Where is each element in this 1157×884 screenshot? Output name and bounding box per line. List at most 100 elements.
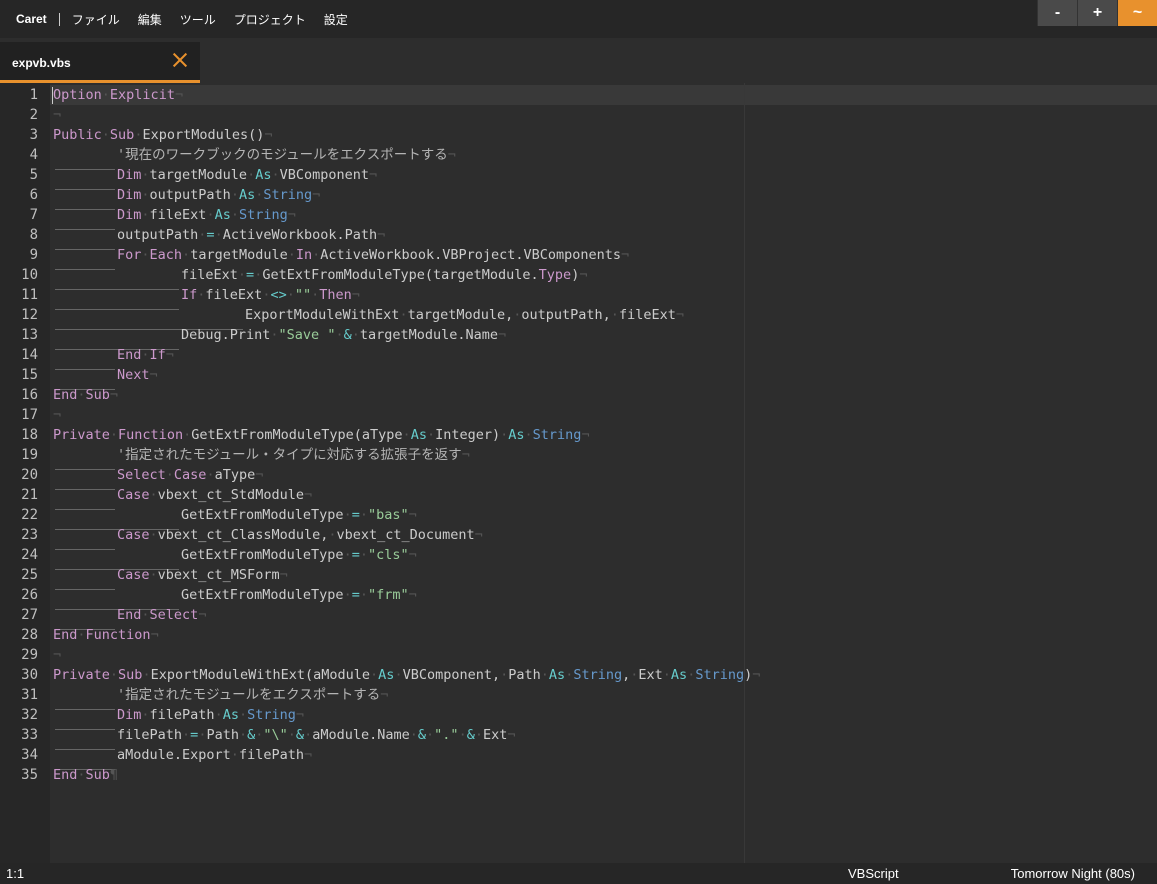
code-token: String [247,707,296,723]
code-token: "\" [263,727,288,743]
code-token: · [77,387,86,403]
code-token: ¬ [752,667,761,683]
line-number: 27 [21,607,38,623]
maximize-button[interactable]: + [1077,0,1117,26]
code-token: Dim [117,207,142,223]
code-token: "bas" [367,507,409,523]
code-line: End·Sub¬ [53,385,118,405]
code-token: · [270,327,279,343]
code-token: As [222,707,239,723]
window-controls: - + ~ [1037,0,1157,26]
code-token: · [109,667,119,683]
code-token: End [53,387,78,403]
code-token: · [101,127,110,143]
code-line: GetExtFromModuleType·=·"cls"¬ [53,545,417,570]
line-number: 20 [21,467,38,483]
code-token: Dim [117,187,142,203]
code-line: ¬ [53,405,61,425]
code-token: fileExt [618,307,676,323]
code-line: For·Each·targetModule·In·ActiveWorkbook.… [53,245,629,270]
code-token: & [343,327,352,343]
code-area[interactable]: Option·Explicit¬ ¬ Public·Sub·ExportModule… [50,83,1157,863]
code-token: ActiveWorkbook.Path [222,227,378,243]
code-token: Case [117,567,150,583]
code-token: · [77,627,86,643]
line-number: 25 [21,567,38,583]
code-token: ¬ [150,627,159,643]
code-token: · [359,547,368,563]
language-mode[interactable]: VBScript [848,866,899,881]
code-token: · [230,747,239,763]
code-line: End·Select¬ [53,605,206,630]
code-token: ¬ [264,127,273,143]
code-token: For [117,247,142,263]
code-token: String [263,187,313,203]
code-token: · [141,187,150,203]
menu-file[interactable]: ファイル [72,11,120,28]
code-token: GetExtFromModuleType(aType [191,427,403,443]
code-token: Sub [109,127,135,143]
code-token: · [394,667,403,683]
menu-settings[interactable]: 設定 [324,11,348,28]
code-token: · [426,727,435,743]
code-token: · [214,707,223,723]
code-token: "frm" [367,587,409,603]
code-token: As [548,667,566,683]
code-token: targetModule, [407,307,514,323]
code-token: As [378,667,395,683]
menu-bar: ファイル 編集 ツール プロジェクト 設定 [72,11,366,28]
code-line: ¬ [53,105,61,125]
code-token: GetExtFromModuleType(targetModule. [262,267,539,283]
line-number: 10 [21,267,38,283]
code-token: Dim [117,707,142,723]
menu-edit[interactable]: 編集 [138,11,162,28]
code-token: · [238,707,248,723]
code-token: · [141,607,150,623]
code-token: ¬ [461,447,470,463]
line-number: 28 [21,627,38,643]
cursor-position: 1:1 [6,866,25,881]
menu-project[interactable]: プロジェクト [234,11,306,28]
code-token: · [183,427,192,443]
menu-tools[interactable]: ツール [180,11,216,28]
code-line: '指定されたモジュールをエクスポートする¬ [53,685,388,710]
line-number: 32 [21,707,38,723]
close-window-button[interactable]: ~ [1117,0,1157,26]
code-token: String [573,667,623,683]
title-separator [58,12,60,26]
code-token: Public [53,127,102,143]
code-token: ¬ [474,527,483,543]
code-token: Explicit [109,87,175,103]
code-token: aModule.Export [117,747,231,763]
code-token: · [77,767,86,783]
code-line: outputPath·=·ActiveWorkbook.Path¬ [53,225,385,250]
code-line: Option·Explicit¬ [53,85,183,105]
line-number: 33 [21,727,38,743]
code-token: ¬ [408,507,417,523]
code-token: Integer) [435,427,501,443]
code-token: = [351,587,360,603]
code-line: Private·Sub·ExportModuleWithExt(aModule·… [53,665,760,685]
code-token: GetExtFromModuleType [181,587,344,603]
code-token: · [206,207,215,223]
line-number: 1 [29,87,38,103]
code-line: Debug.Print·"Save "·&·targetModule.Name¬ [53,325,506,350]
code-editor[interactable]: 1 2 3 4 5 6 7 8 9 10 11 12 13 14 15 16 17 18 19 20 21 22 23 24 2… [0,83,1157,863]
line-number: 29 [21,647,38,663]
code-token: targetModule [190,247,288,263]
code-line: Case·vbext_ct_ClassModule,·vbext_ct_Docu… [53,525,483,550]
minimize-button[interactable]: - [1037,0,1077,26]
code-token: = [206,227,215,243]
code-token: Path [508,667,541,683]
code-token: Path [206,727,239,743]
close-icon[interactable] [170,50,190,70]
tab-expvb[interactable]: expvb.vbs [0,42,200,83]
code-token: & [417,727,427,743]
code-line: '現在のワークブックのモジュールをエクスポートする¬ [53,145,456,170]
code-token: GetExtFromModuleType [181,507,344,523]
code-line: Case·vbext_ct_StdModule¬ [53,485,312,510]
theme-name[interactable]: Tomorrow Night (80s) [1011,866,1135,881]
code-token: Private [53,667,110,683]
code-token: ActiveWorkbook.VBProject.VBComponents [320,247,622,263]
code-line: fileExt·=·GetExtFromModuleType(targetMod… [53,265,587,290]
